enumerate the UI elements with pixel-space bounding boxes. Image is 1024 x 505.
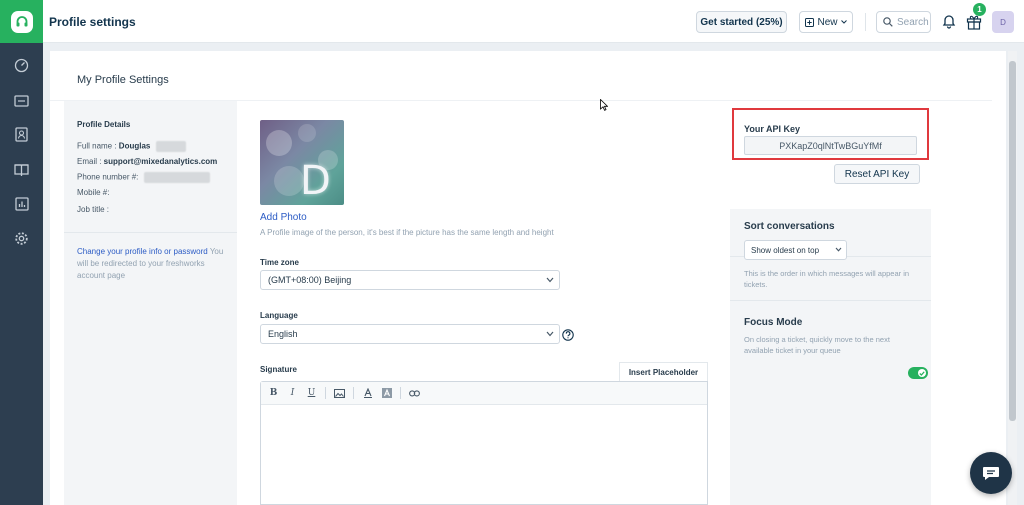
focus-mode-heading: Focus Mode — [744, 317, 803, 328]
reports-icon[interactable] — [12, 194, 31, 213]
full-name-value: Douglas — [118, 141, 151, 151]
text-color-icon[interactable] — [362, 388, 373, 399]
divider — [64, 232, 237, 233]
get-started-button[interactable]: Get started (25%) — [696, 11, 787, 33]
divider — [353, 387, 354, 399]
profile-settings-card: My Profile Settings Profile Details Full… — [50, 51, 1006, 505]
headset-icon — [10, 10, 33, 33]
tickets-icon[interactable] — [12, 91, 31, 110]
divider — [400, 387, 401, 399]
redacted-surname — [155, 141, 186, 152]
timezone-label: Time zone — [260, 258, 299, 267]
check-icon — [918, 369, 926, 377]
signature-editor[interactable]: B I U — [260, 381, 708, 505]
contacts-icon[interactable] — [12, 125, 31, 144]
search-icon — [883, 17, 893, 27]
phone-row: Phone number #: — [77, 172, 210, 183]
profile-info-note: Change your profile info or password You… — [77, 246, 229, 282]
gift-count-badge: 1 — [973, 3, 986, 16]
reset-api-key-button[interactable]: Reset API Key — [834, 164, 920, 184]
photo-initial: D — [300, 158, 331, 204]
top-bar: Profile settings Get started (25%) New 1… — [43, 0, 1024, 43]
language-label: Language — [260, 311, 298, 320]
chevron-down-icon — [835, 247, 842, 252]
sort-order-select[interactable]: Show oldest on top — [744, 240, 847, 260]
new-button-label: New — [817, 16, 838, 28]
editor-toolbar: B I U — [261, 382, 707, 405]
signature-label: Signature — [260, 365, 297, 374]
page-title: Profile settings — [49, 15, 136, 29]
timezone-value: (GMT+08:00) Beijing — [268, 275, 352, 285]
job-title-label: Job title : — [77, 205, 110, 214]
language-value: English — [268, 329, 298, 339]
sort-conversations-heading: Sort conversations — [744, 221, 835, 232]
profile-photo[interactable]: D — [260, 120, 344, 205]
api-key-section: Your API Key Reset API Key — [730, 101, 931, 209]
redacted-phone — [143, 172, 210, 183]
language-select[interactable]: English — [260, 324, 560, 344]
sort-description: This is the order in which messages will… — [744, 269, 910, 289]
add-photo-link[interactable]: Add Photo — [260, 212, 307, 223]
left-nav — [0, 0, 43, 505]
full-name-label: Full name : — [77, 141, 119, 151]
insert-image-icon[interactable] — [334, 388, 345, 399]
plus-square-icon — [805, 17, 815, 27]
chat-icon — [983, 467, 999, 480]
background-color-icon[interactable] — [381, 388, 392, 399]
mobile-label: Mobile #: — [77, 188, 110, 197]
divider — [325, 387, 326, 399]
full-name-row: Full name : Douglas — [77, 141, 186, 152]
bold-button[interactable]: B — [268, 388, 279, 399]
insert-placeholder-button[interactable]: Insert Placeholder — [619, 362, 708, 382]
card-title: My Profile Settings — [77, 74, 169, 86]
help-question-icon[interactable] — [562, 328, 574, 341]
focus-mode-toggle[interactable] — [908, 367, 928, 379]
phone-label: Phone number #: — [77, 172, 139, 182]
dashboard-icon[interactable] — [12, 56, 31, 75]
freshdesk-logo[interactable] — [0, 0, 43, 43]
italic-button[interactable]: I — [287, 388, 298, 399]
admin-gear-icon[interactable] — [12, 229, 31, 248]
underline-button[interactable]: U — [306, 388, 317, 399]
change-profile-link[interactable]: Change your profile info or password — [77, 247, 208, 256]
profile-details-panel: Profile Details Full name : Douglas Emai… — [64, 101, 237, 505]
divider — [730, 300, 931, 301]
chat-widget-button[interactable] — [970, 452, 1012, 494]
settings-panel: Your API Key Reset API Key Sort conversa… — [730, 101, 931, 505]
email-row: Email : support@mixedanalytics.com — [77, 157, 217, 166]
focus-mode-description: On closing a ticket, quickly move to the… — [744, 335, 890, 355]
mouse-cursor-icon — [600, 99, 608, 111]
search-input[interactable] — [897, 16, 929, 28]
chevron-down-icon — [546, 331, 554, 337]
knowledge-base-icon[interactable] — [12, 160, 31, 179]
photo-hint: A Profile image of the person, it's best… — [260, 228, 554, 237]
user-avatar[interactable]: D — [992, 11, 1014, 33]
email-label: Email : — [77, 157, 104, 166]
link-icon[interactable] — [409, 388, 420, 399]
divider — [865, 13, 866, 31]
chevron-down-icon — [546, 277, 554, 283]
profile-details-heading: Profile Details — [77, 120, 131, 129]
new-button[interactable]: New — [799, 11, 853, 33]
annotation-highlight-box — [732, 108, 929, 160]
page-scrollbar[interactable] — [1008, 51, 1017, 505]
chevron-down-icon — [840, 20, 847, 24]
search-box[interactable] — [876, 11, 931, 33]
scrollbar-thumb[interactable] — [1009, 61, 1016, 421]
timezone-select[interactable]: (GMT+08:00) Beijing — [260, 270, 560, 290]
sort-order-value: Show oldest on top — [751, 245, 820, 255]
email-value: support@mixedanalytics.com — [103, 157, 218, 166]
notifications-bell-icon[interactable] — [941, 13, 957, 29]
